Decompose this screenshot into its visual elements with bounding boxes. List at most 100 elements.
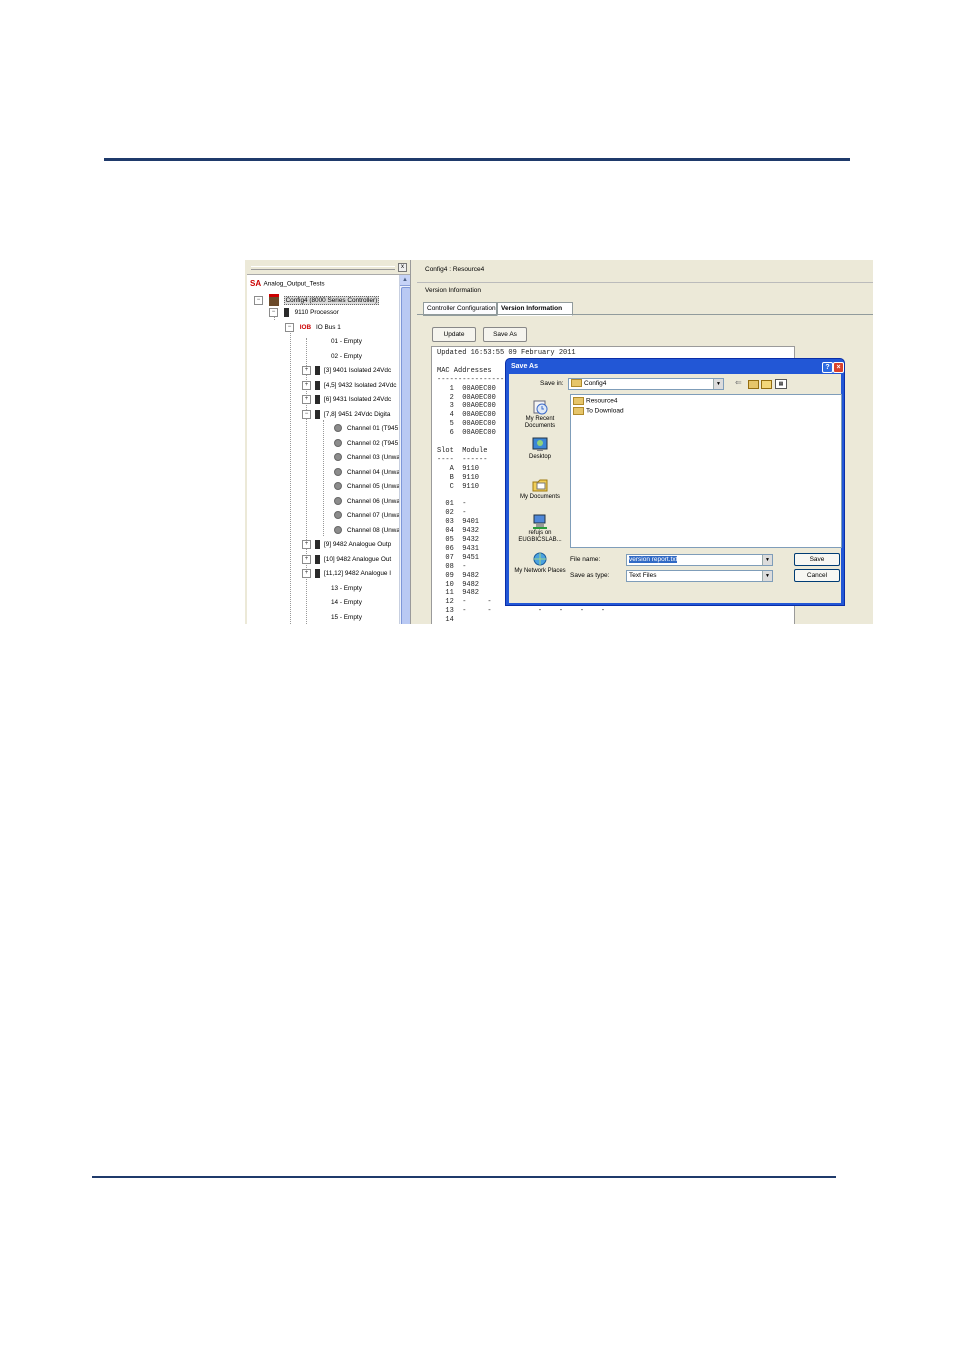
tree-item-channel[interactable]: Channel 02 (T945 bbox=[334, 439, 398, 449]
folder-icon bbox=[573, 407, 584, 415]
tree-item-label: Channel 05 (Unwa bbox=[347, 483, 400, 490]
update-button[interactable]: Update bbox=[432, 327, 476, 342]
back-icon[interactable]: ⇐ bbox=[735, 378, 742, 387]
tree-item-label: Channel 07 (Unwa bbox=[347, 512, 400, 519]
tree-item-label: 01 - Empty bbox=[331, 338, 362, 345]
close-icon[interactable]: × bbox=[833, 362, 844, 373]
tree-item-slot[interactable]: 14 - Empty bbox=[311, 598, 362, 608]
save-as-dialog: Save As ? × Save in: Config4 ▼ ⇐ ▦ My Re… bbox=[505, 358, 845, 606]
scroll-thumb[interactable] bbox=[401, 287, 410, 624]
list-item[interactable]: To Download bbox=[573, 407, 624, 415]
module-icon bbox=[315, 569, 320, 578]
tree-item-iobus[interactable]: − IOB IO Bus 1 bbox=[285, 323, 341, 333]
tree-item-slot[interactable]: 15 - Empty bbox=[311, 613, 362, 623]
desktop-icon bbox=[532, 437, 548, 451]
tree-item-module[interactable]: + [11,12] 9482 Analogue I bbox=[302, 569, 391, 579]
tree-item-module[interactable]: + [6] 9431 Isolated 24Vdc bbox=[302, 395, 391, 405]
collapse-icon[interactable]: − bbox=[254, 295, 263, 305]
tree-item-label: Analog_Output_Tests bbox=[263, 280, 325, 288]
tree-item-controller[interactable]: − Config4 (8000 Series Controller) bbox=[254, 294, 380, 306]
place-my-network-places[interactable]: My Network Places bbox=[514, 551, 566, 575]
place-network-drive[interactable]: refujs on EUGBICSLAB... bbox=[514, 513, 566, 543]
tree-line bbox=[290, 324, 291, 624]
tree-close-button[interactable]: x bbox=[398, 263, 407, 272]
save-in-value: Config4 bbox=[584, 380, 607, 387]
tree-item-channel[interactable]: Channel 07 (Unwa bbox=[334, 511, 400, 521]
recent-documents-icon bbox=[533, 400, 548, 415]
channel-icon bbox=[334, 497, 342, 506]
places-bar: My Recent Documents Desktop My Documents… bbox=[514, 393, 566, 603]
collapse-icon[interactable]: − bbox=[302, 410, 311, 419]
expand-icon[interactable]: + bbox=[302, 381, 311, 390]
save-button[interactable]: Save bbox=[794, 553, 840, 566]
scroll-up-icon[interactable]: ▲ bbox=[400, 275, 410, 286]
tree-item-label: [7,8] 9451 24Vdc Digita bbox=[324, 411, 391, 419]
controller-icon bbox=[268, 294, 279, 306]
tree-item-channel[interactable]: Channel 04 (Unwa bbox=[334, 468, 400, 478]
tree-item-channel[interactable]: Channel 05 (Unwa bbox=[334, 482, 400, 492]
tree-item-label: 02 - Empty bbox=[331, 353, 362, 360]
place-label: My Network Places bbox=[514, 568, 566, 574]
expand-icon[interactable]: + bbox=[302, 395, 311, 404]
tree-line bbox=[323, 420, 324, 536]
tree-item-module[interactable]: + [3] 9401 Isolated 24Vdc bbox=[302, 366, 391, 376]
place-desktop[interactable]: Desktop bbox=[514, 437, 566, 461]
expand-icon[interactable]: + bbox=[302, 540, 311, 549]
divider bbox=[417, 282, 873, 283]
tree-item-project[interactable]: SA Analog_Output_Tests bbox=[250, 279, 325, 289]
tree-item-channel[interactable]: Channel 01 (T945 bbox=[334, 424, 398, 434]
tree-item-module[interactable]: − [7,8] 9451 24Vdc Digita bbox=[302, 410, 390, 420]
chevron-down-icon[interactable]: ▼ bbox=[713, 379, 723, 389]
chevron-down-icon[interactable]: ▼ bbox=[762, 571, 772, 581]
expand-icon[interactable]: + bbox=[302, 555, 311, 564]
project-icon: SA bbox=[250, 279, 262, 288]
channel-icon bbox=[334, 511, 342, 520]
my-documents-icon bbox=[532, 479, 548, 492]
tree-item-channel[interactable]: Channel 03 (Unwa bbox=[334, 453, 400, 463]
save-as-type-label: Save as type: bbox=[570, 572, 610, 579]
network-places-icon bbox=[533, 552, 547, 566]
tree-grip[interactable] bbox=[251, 266, 395, 270]
new-folder-icon[interactable] bbox=[761, 380, 772, 389]
tab-divider bbox=[417, 314, 873, 315]
cancel-button[interactable]: Cancel bbox=[794, 569, 840, 582]
module-icon bbox=[315, 555, 320, 564]
list-item[interactable]: Resource4 bbox=[573, 397, 617, 405]
tree-item-channel[interactable]: Channel 08 (Unwa bbox=[334, 526, 400, 536]
module-icon bbox=[315, 540, 320, 549]
place-label: My Documents bbox=[519, 494, 560, 500]
views-menu-icon[interactable]: ▦ bbox=[775, 379, 787, 389]
tree-item-label: Channel 08 (Unwa bbox=[347, 527, 400, 534]
tree-item-slot[interactable]: 01 - Empty bbox=[311, 337, 362, 347]
tree-item-slot[interactable]: 02 - Empty bbox=[311, 352, 362, 362]
place-my-documents[interactable]: My Documents bbox=[514, 477, 566, 501]
tree-item-module[interactable]: + [9] 9482 Analogue Outp bbox=[302, 540, 391, 550]
up-folder-icon[interactable] bbox=[748, 380, 759, 389]
tree-item-processor[interactable]: − 9110 Processor bbox=[269, 308, 339, 318]
place-my-recent-documents[interactable]: My Recent Documents bbox=[514, 399, 566, 429]
tree-item-label: Config4 (8000 Series Controller) bbox=[283, 295, 380, 305]
collapse-icon[interactable]: − bbox=[285, 323, 294, 332]
collapse-icon[interactable]: − bbox=[269, 308, 278, 317]
save-in-dropdown[interactable]: Config4 ▼ bbox=[568, 378, 724, 390]
tree-item-module[interactable]: + [10] 9482 Analogue Out bbox=[302, 555, 391, 565]
tree-item-label: [6] 9431 Isolated 24Vdc bbox=[324, 396, 392, 404]
expand-icon[interactable]: + bbox=[302, 569, 311, 578]
tree-scrollbar[interactable]: ▲ bbox=[399, 275, 410, 624]
tree-item-label: [9] 9482 Analogue Outp bbox=[324, 541, 392, 549]
chevron-down-icon[interactable]: ▼ bbox=[762, 555, 772, 565]
file-name-input[interactable]: version report.txt ▼ bbox=[626, 554, 773, 566]
help-icon[interactable]: ? bbox=[822, 362, 833, 373]
top-rule bbox=[104, 158, 850, 161]
tree-item-module[interactable]: + [4,5] 9432 Isolated 24Vdc bbox=[302, 381, 396, 391]
save-as-type-dropdown[interactable]: Text Files ▼ bbox=[626, 570, 773, 582]
tree-item-channel[interactable]: Channel 06 (Unwa bbox=[334, 497, 400, 507]
section-title: Version Information bbox=[425, 287, 482, 294]
module-icon bbox=[283, 308, 289, 317]
channel-icon bbox=[334, 424, 342, 433]
file-list[interactable]: Resource4 To Download bbox=[570, 394, 842, 548]
save-as-button[interactable]: Save As bbox=[483, 327, 527, 342]
expand-icon[interactable]: + bbox=[302, 366, 311, 375]
tree-item-slot[interactable]: 13 - Empty bbox=[311, 584, 362, 594]
tree-item-label: Channel 01 (T945 bbox=[347, 425, 399, 432]
